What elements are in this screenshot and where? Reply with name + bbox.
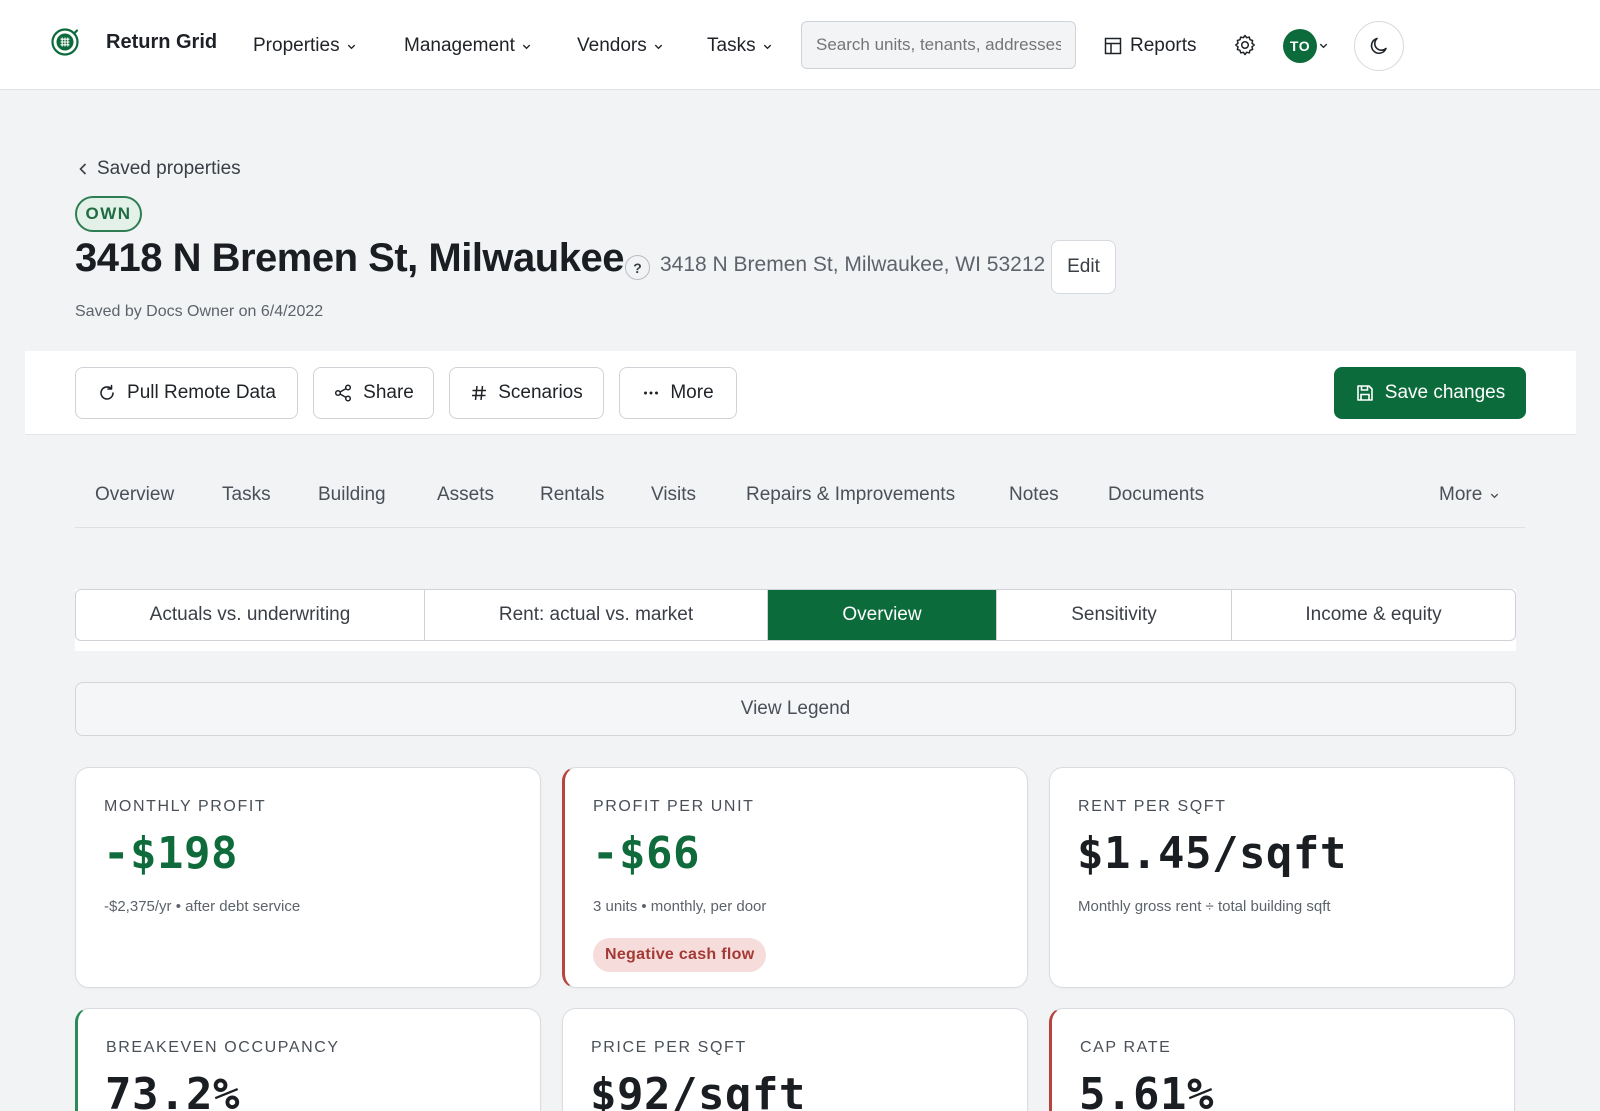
button-label: Scenarios (498, 382, 583, 403)
chevron-down-icon (1491, 493, 1499, 498)
metric-value: -$198 (103, 828, 238, 879)
metric-subtext: Monthly gross rent ÷ total building sqft (1078, 898, 1331, 915)
tab-more-label: More (1439, 484, 1483, 505)
tab-assets[interactable]: Assets (437, 484, 494, 506)
segment-overview[interactable]: Overview (768, 590, 997, 640)
metric-label: BREAKEVEN OCCUPANCY (106, 1039, 340, 1056)
metric-value: 73.2% (105, 1069, 240, 1111)
view-legend-button[interactable]: View Legend (75, 682, 1516, 736)
button-label: Share (363, 382, 414, 403)
ownership-badge: OWN (75, 196, 142, 232)
tab-visits[interactable]: Visits (651, 484, 696, 506)
analysis-view-switcher-container: Actuals vs. underwriting Rent: actual vs… (75, 589, 1516, 651)
share-button[interactable]: Share (313, 367, 434, 419)
more-actions-button[interactable]: More (619, 367, 737, 419)
section-tabs: Overview Tasks Building Assets Rentals V… (75, 470, 1525, 528)
segment-rent-actual-vs-market[interactable]: Rent: actual vs. market (425, 590, 768, 640)
reports-link[interactable]: Reports (1104, 33, 1197, 59)
metric-value: -$66 (592, 828, 700, 879)
metric-value: 5.61% (1079, 1069, 1214, 1111)
nav-label: Tasks (707, 35, 756, 56)
back-label: Saved properties (97, 158, 241, 179)
button-label: Pull Remote Data (127, 382, 276, 403)
nav-vendors[interactable]: Vendors (577, 34, 664, 58)
save-changes-button[interactable]: Save changes (1334, 367, 1526, 419)
metric-label: MONTHLY PROFIT (104, 798, 267, 815)
search-input[interactable] (801, 21, 1076, 69)
back-link[interactable]: Saved properties (78, 158, 241, 180)
tab-notes[interactable]: Notes (1009, 484, 1059, 506)
brand-name[interactable]: Return Grid (106, 31, 217, 54)
metric-card-profit-per-unit: PROFIT PER UNIT -$66 3 units • monthly, … (562, 767, 1028, 988)
nav-label: Management (404, 35, 515, 56)
metric-label: PROFIT PER UNIT (593, 798, 755, 815)
grid-globe-icon[interactable] (50, 27, 80, 57)
save-icon (1356, 385, 1373, 401)
nav-label: Properties (253, 35, 340, 56)
scenarios-button[interactable]: Scenarios (449, 367, 604, 419)
metric-label: CAP RATE (1080, 1039, 1172, 1056)
tab-building[interactable]: Building (318, 484, 386, 506)
tab-more[interactable]: More (1439, 484, 1500, 506)
negative-cash-flow-badge: Negative cash flow (593, 938, 767, 972)
chevron-down-icon[interactable] (1318, 40, 1329, 51)
button-label: More (670, 382, 714, 403)
metric-card-breakeven-occupancy: BREAKEVEN OCCUPANCY 73.2% (75, 1008, 541, 1111)
edit-address-button[interactable]: Edit (1051, 240, 1116, 294)
metric-value: $1.45/sqft (1077, 828, 1347, 879)
metric-subtext: 3 units • monthly, per door (593, 898, 767, 915)
chevron-left-icon (79, 163, 87, 175)
full-address: 3418 N Bremen St, Milwaukee, WI 53212 (660, 253, 1046, 276)
nav-tasks[interactable]: Tasks (707, 34, 773, 58)
segment-income-equity[interactable]: Income & equity (1232, 590, 1515, 640)
metric-card-cap-rate: CAP RATE 5.61% (1049, 1008, 1515, 1111)
chevron-down-icon (347, 44, 355, 49)
tab-rentals[interactable]: Rentals (540, 484, 604, 506)
help-icon[interactable]: ? (625, 255, 650, 280)
metric-value: $92/sqft (590, 1069, 806, 1111)
metric-card-price-per-sqft: PRICE PER SQFT $92/sqft (562, 1008, 1028, 1111)
metric-label: PRICE PER SQFT (591, 1039, 747, 1056)
share-icon (335, 384, 352, 402)
analysis-view-switcher: Actuals vs. underwriting Rent: actual vs… (75, 589, 1516, 641)
nav-management[interactable]: Management (404, 34, 532, 58)
nav-properties[interactable]: Properties (253, 34, 357, 58)
button-label: Save changes (1384, 382, 1506, 403)
chevron-down-icon (654, 44, 662, 49)
refresh-icon (100, 384, 114, 400)
chevron-down-icon (522, 44, 531, 49)
page-title: 3418 N Bremen St, Milwaukee (75, 236, 624, 280)
tab-repairs-improvements[interactable]: Repairs & Improvements (746, 484, 955, 506)
reports-label: Reports (1130, 35, 1197, 56)
avatar[interactable]: TO (1283, 29, 1317, 63)
metric-card-rent-per-sqft: RENT PER SQFT $1.45/sqft Monthly gross r… (1049, 767, 1515, 988)
chevron-down-icon (763, 44, 771, 49)
theme-toggle-button[interactable] (1354, 21, 1404, 71)
action-bar: Pull Remote Data Share Scenarios More Sa… (25, 351, 1576, 435)
hash-icon (472, 385, 487, 401)
segment-sensitivity[interactable]: Sensitivity (997, 590, 1232, 640)
tab-overview[interactable]: Overview (95, 484, 174, 506)
gear-icon[interactable] (1233, 33, 1257, 57)
tab-tasks[interactable]: Tasks (222, 484, 271, 506)
ellipsis-icon (644, 391, 659, 395)
metric-subtext: -$2,375/yr • after debt service (104, 898, 301, 915)
top-navigation: Return Grid Properties Management Vendor… (0, 0, 1600, 90)
moon-icon (1370, 37, 1387, 55)
saved-by-text: Saved by Docs Owner on 6/4/2022 (75, 303, 324, 320)
metric-label: RENT PER SQFT (1078, 798, 1227, 815)
table-icon (1104, 37, 1122, 55)
nav-label: Vendors (577, 35, 647, 56)
pull-remote-data-button[interactable]: Pull Remote Data (75, 367, 298, 419)
tab-documents[interactable]: Documents (1108, 484, 1204, 506)
segment-actuals-vs-underwriting[interactable]: Actuals vs. underwriting (76, 590, 425, 640)
metric-card-monthly-profit: MONTHLY PROFIT -$198 -$2,375/yr • after … (75, 767, 541, 988)
